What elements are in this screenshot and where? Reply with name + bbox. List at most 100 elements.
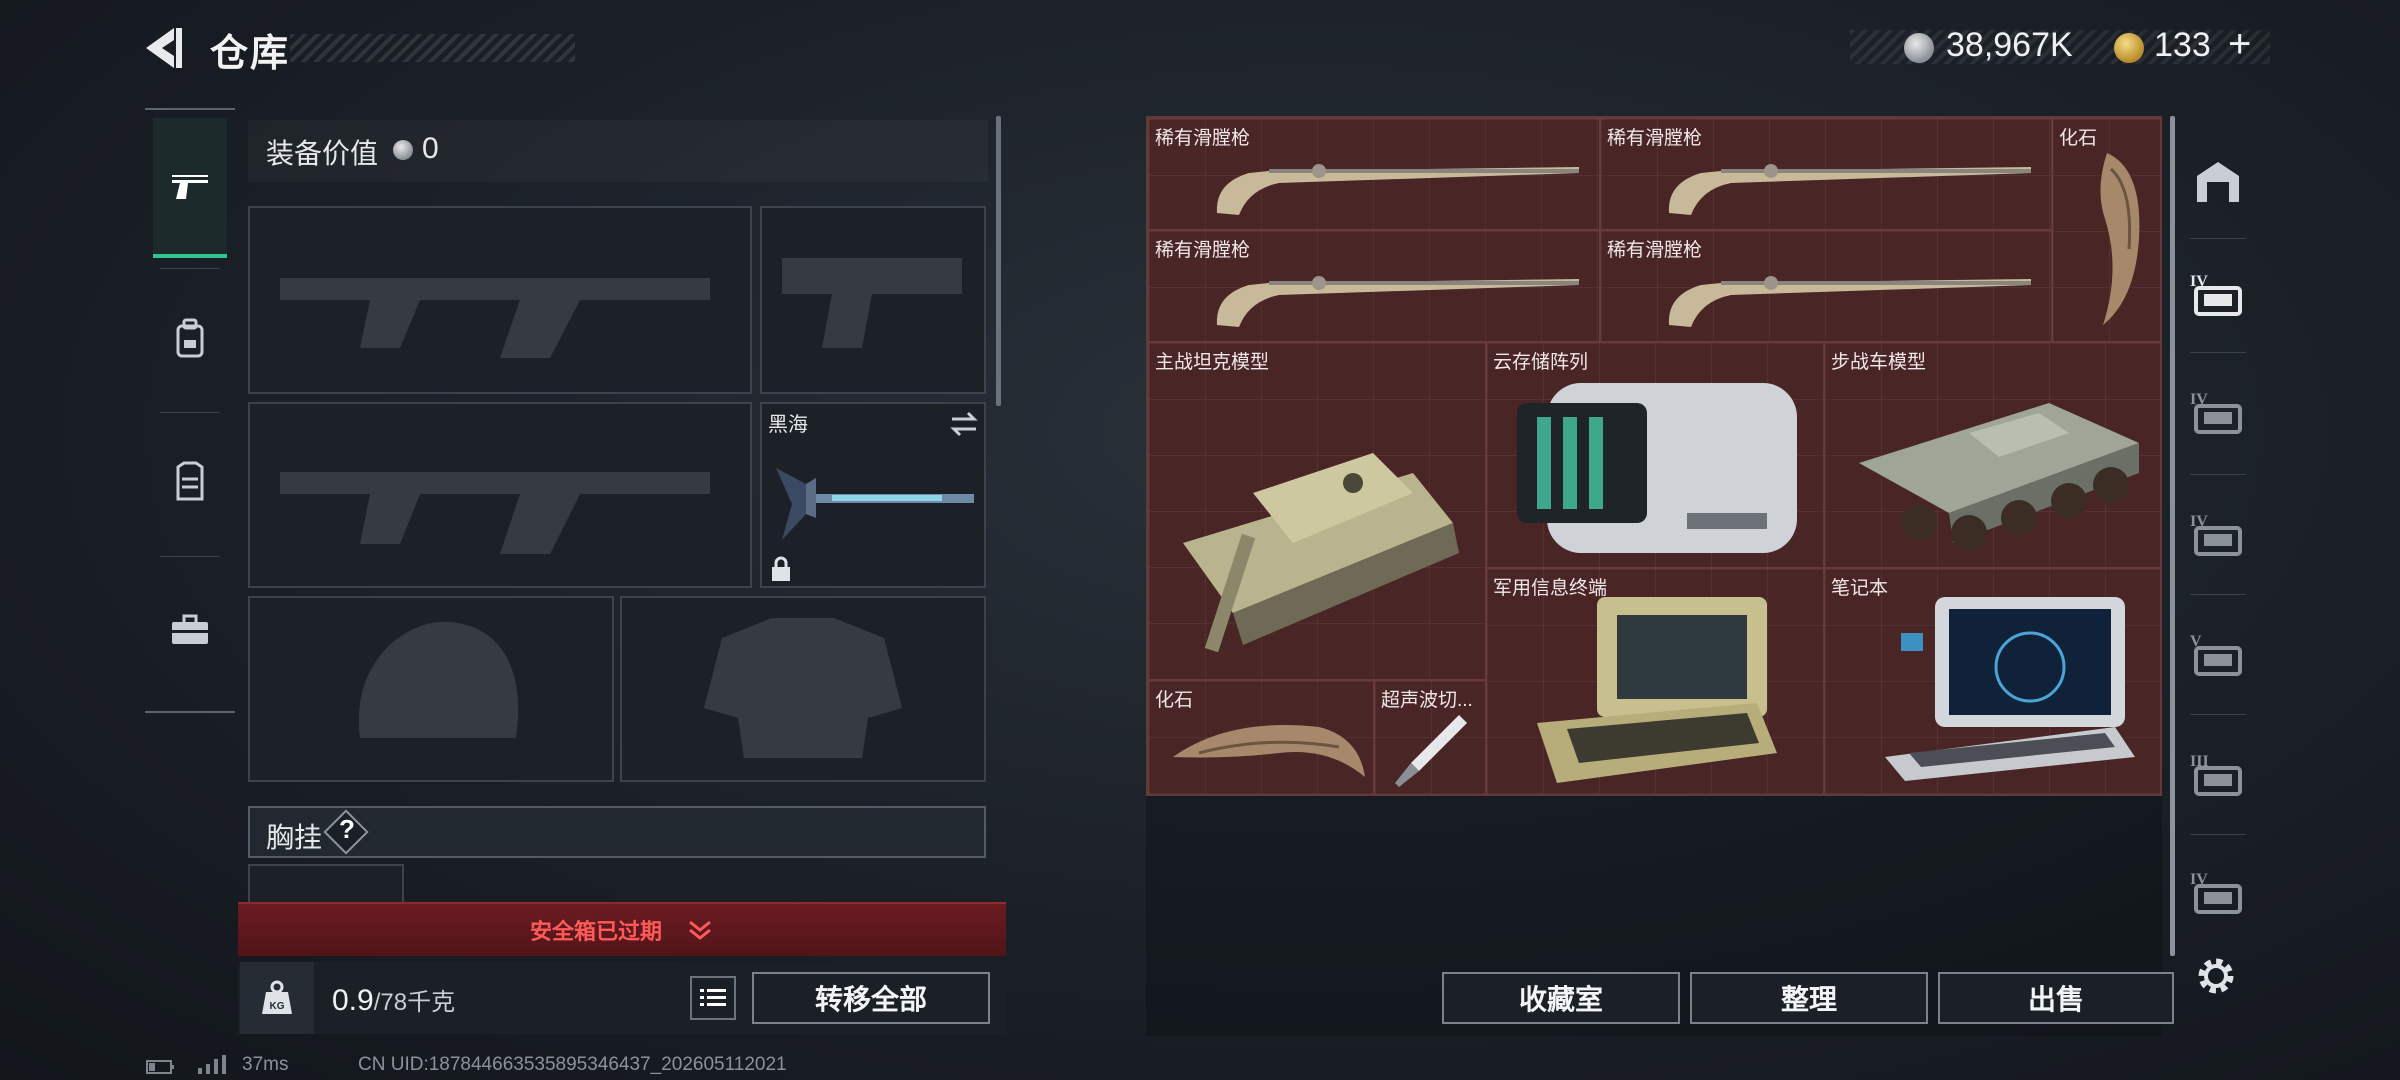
filter-level-iv[interactable]: IV — [2186, 240, 2250, 350]
rail-divider — [160, 556, 220, 557]
item-label: 云存储阵列 — [1493, 352, 1589, 373]
stash-item[interactable]: 云存储阵列 — [1486, 342, 1824, 568]
secondary-weapon-slot[interactable] — [248, 402, 752, 588]
gold-coin-icon — [2114, 33, 2144, 63]
storage-array-icon — [1517, 383, 1797, 553]
helmet-silhouette-icon — [358, 621, 519, 738]
list-view-button[interactable] — [690, 976, 736, 1020]
user-uid: CN UID:18784466353589534643​7_2026051120… — [358, 1054, 787, 1075]
rail-divider — [2190, 714, 2246, 715]
lock-icon — [772, 556, 790, 581]
warehouse-icon — [2197, 162, 2239, 202]
sidearm-slot[interactable] — [760, 206, 986, 394]
loadout-scrollbar[interactable] — [996, 116, 1001, 406]
rail-divider — [2190, 238, 2246, 239]
category-backpack[interactable] — [153, 268, 227, 408]
back-button[interactable] — [140, 26, 190, 70]
melee-slot[interactable]: 黑海 — [760, 402, 986, 588]
container-tier-icon: V — [2190, 633, 2242, 676]
filter-level-iv-3[interactable]: IV — [2186, 480, 2250, 590]
item-label: 步战车模型 — [1831, 352, 1927, 373]
laptop-icon — [1885, 597, 2135, 781]
stash-item[interactable]: 稀有滑膛枪 — [1148, 118, 1600, 230]
collection-room-button[interactable]: 收藏室 — [1442, 972, 1680, 1024]
page-title: 仓库 — [210, 33, 291, 75]
stash-item[interactable]: 稀有滑膛枪 — [1600, 230, 2052, 342]
rifle-silhouette-icon — [280, 278, 710, 358]
list-icon — [700, 989, 726, 1006]
stash-item[interactable]: 步战车模型 — [1824, 342, 2160, 568]
rail-divider — [2190, 474, 2246, 475]
value-coin-icon — [393, 140, 413, 160]
chest-rig-label: 胸挂 — [266, 822, 323, 853]
helmet-slot[interactable] — [248, 596, 614, 782]
item-label: 主战坦克模型 — [1155, 352, 1270, 373]
ultrasonic-cutter-icon — [1395, 715, 1467, 787]
signal-icon — [198, 1055, 226, 1074]
equipment-value: 0 — [422, 132, 439, 165]
stash-item[interactable]: 超声波切... — [1374, 680, 1486, 794]
chest-rig-slot[interactable] — [248, 864, 404, 904]
filter-all[interactable] — [2186, 126, 2250, 236]
musket-icon — [1668, 164, 2031, 215]
sell-button[interactable]: 出售 — [1938, 972, 2174, 1024]
stash-item[interactable]: 化石 — [2052, 118, 2160, 342]
tank-model-icon — [1183, 453, 1459, 653]
filter-level-v[interactable]: V — [2186, 600, 2250, 710]
item-label: 超声波切... — [1381, 690, 1473, 711]
rail-divider — [2190, 834, 2246, 835]
stash-item[interactable]: 化石 — [1148, 680, 1374, 794]
rail-divider — [2190, 352, 2246, 353]
filter-level-iii[interactable]: III — [2186, 720, 2250, 830]
stash-item[interactable]: 稀有滑膛枪 — [1148, 230, 1600, 342]
weight-kg-icon: KG — [262, 980, 292, 1014]
container-tier-icon: IV — [2190, 871, 2242, 914]
filter-level-iv-4[interactable]: IV — [2186, 838, 2250, 948]
musket-icon — [1668, 276, 2031, 327]
stash-grid: 稀有滑膛枪 稀有滑膛枪 化石 稀有滑膛枪 稀有滑膛枪 主战坦克模型 云存储阵列 … — [1146, 116, 2162, 796]
axe-icon — [776, 468, 974, 540]
equipment-value-label: 装备价值 — [266, 138, 379, 169]
pistol-silhouette-icon — [782, 258, 962, 348]
transfer-all-button[interactable]: 转移全部 — [752, 972, 990, 1024]
armor-slot[interactable] — [620, 596, 986, 782]
filter-level-iv-2[interactable]: IV — [2186, 358, 2250, 468]
silver-currency-value: 38,967K — [1946, 26, 2073, 64]
armor-silhouette-icon — [704, 618, 902, 758]
help-icon: ? — [339, 814, 355, 844]
stash-item[interactable]: 笔记本 — [1824, 568, 2160, 794]
category-tools[interactable] — [153, 560, 227, 700]
organize-button[interactable]: 整理 — [1690, 972, 1928, 1024]
category-armor[interactable] — [153, 412, 227, 552]
double-chevron-down-icon — [689, 920, 711, 940]
silver-coin-icon — [1904, 33, 1934, 63]
stash-item[interactable]: 军用信息终端 — [1486, 568, 1824, 794]
gold-currency-value: 133 — [2154, 26, 2211, 64]
battery-icon — [146, 1060, 174, 1074]
backpack-icon — [176, 318, 204, 358]
stash-item[interactable]: 稀有滑膛枪 — [1600, 118, 2052, 230]
item-label: 化石 — [2059, 128, 2098, 149]
container-tier-icon: IV — [2190, 513, 2242, 556]
claw-fossil-icon — [1173, 725, 1365, 777]
rifle-silhouette-icon — [280, 472, 710, 554]
swap-icon[interactable] — [948, 410, 980, 438]
weight-max: /78千克 — [373, 989, 456, 1016]
musket-icon — [1216, 276, 1579, 327]
add-currency-button[interactable]: + — [2228, 22, 2251, 67]
back-arrow-icon — [146, 28, 182, 68]
primary-weapon-slot[interactable] — [248, 206, 752, 394]
claw-fossil-icon — [2100, 153, 2140, 325]
container-tier-icon: IV — [2190, 273, 2242, 316]
rail-divider — [2190, 594, 2246, 595]
weight-icon-box: KG — [240, 962, 314, 1034]
stash-scrollbar[interactable] — [2170, 116, 2175, 956]
pistol-icon — [172, 175, 208, 199]
weight-current: 0.9 — [332, 984, 374, 1017]
melee-slot-label: 黑海 — [768, 414, 808, 436]
category-weapons[interactable] — [153, 118, 227, 258]
settings-gear-icon[interactable] — [2193, 953, 2239, 999]
stash-item[interactable]: 主战坦克模型 — [1148, 342, 1486, 680]
toolbox-icon — [172, 614, 208, 644]
container-tier-icon: IV — [2190, 391, 2242, 434]
